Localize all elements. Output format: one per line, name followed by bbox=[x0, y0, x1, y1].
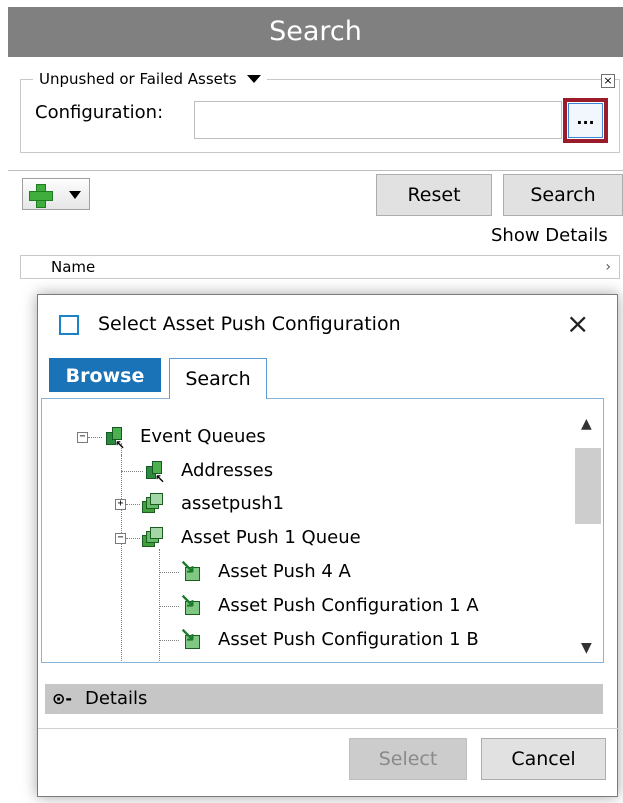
dialog-title: Select Asset Push Configuration bbox=[98, 313, 401, 335]
queue-icon bbox=[141, 527, 163, 549]
chevron-down-icon bbox=[69, 191, 81, 199]
show-details-link[interactable]: Show Details bbox=[491, 225, 608, 246]
tree-item-assetpush1[interactable]: assetpush1 bbox=[181, 493, 284, 515]
asset-push-config-icon: ↘ bbox=[179, 625, 201, 651]
divider bbox=[8, 170, 623, 171]
details-section-header[interactable]: Details bbox=[45, 684, 603, 714]
tree-connector bbox=[126, 538, 140, 539]
results-column-header[interactable]: Name › bbox=[20, 255, 620, 279]
configuration-label: Configuration: bbox=[35, 102, 164, 123]
tab-browse[interactable]: Browse bbox=[49, 358, 161, 392]
asset-push-config-icon: ↘ bbox=[179, 591, 201, 617]
scroll-down-icon[interactable]: ▼ bbox=[581, 640, 592, 656]
tree-connector bbox=[121, 455, 122, 662]
close-filter-button[interactable]: × bbox=[601, 74, 615, 88]
asset-push-config-icon: ↘ bbox=[179, 557, 201, 583]
chevron-right-icon[interactable]: › bbox=[605, 256, 611, 278]
expand-expander[interactable]: + bbox=[115, 499, 126, 510]
tree-item-asset-push-1-queue[interactable]: Asset Push 1 Queue bbox=[181, 527, 361, 549]
tree-item-asset-push-4-a[interactable]: Asset Push 4 A bbox=[218, 561, 351, 583]
tree-connector bbox=[121, 471, 143, 472]
select-button[interactable]: Select bbox=[349, 738, 467, 780]
tree-item-addresses[interactable]: Addresses bbox=[181, 460, 273, 482]
tree-connector bbox=[159, 572, 179, 573]
collapse-expander[interactable]: − bbox=[77, 432, 88, 443]
tab-search[interactable]: Search bbox=[169, 358, 267, 399]
dialog-divider bbox=[38, 728, 618, 729]
add-criteria-button[interactable] bbox=[22, 178, 90, 210]
search-button[interactable]: Search bbox=[503, 174, 623, 216]
scroll-up-icon[interactable]: ▲ bbox=[581, 416, 592, 432]
dropdown-arrow-icon[interactable] bbox=[246, 75, 261, 83]
window-icon bbox=[59, 315, 79, 335]
tree-connector bbox=[126, 504, 140, 505]
tree-connector bbox=[159, 606, 179, 607]
expand-toggle-icon[interactable]: ⊙- bbox=[52, 689, 72, 708]
details-label: Details bbox=[85, 688, 148, 709]
scrollbar-thumb[interactable] bbox=[575, 448, 601, 524]
plus-icon bbox=[29, 184, 53, 208]
configuration-tree: − ↖ Event Queues ↖ Addresses + assetpush… bbox=[41, 398, 604, 663]
tree-item-asset-push-configuration-1-a[interactable]: Asset Push Configuration 1 A bbox=[218, 595, 479, 617]
tree-connector bbox=[159, 640, 179, 641]
column-name-label: Name bbox=[51, 258, 96, 276]
tree-item-event-queues[interactable]: Event Queues bbox=[140, 426, 266, 448]
filter-group-label: Unpushed or Failed Assets bbox=[39, 70, 237, 88]
reset-button[interactable]: Reset bbox=[376, 174, 492, 216]
event-queue-icon: ↖ bbox=[102, 426, 125, 451]
browse-configuration-button[interactable]: ... bbox=[568, 103, 603, 138]
event-queue-icon: ↖ bbox=[142, 460, 165, 485]
cancel-button[interactable]: Cancel bbox=[481, 738, 606, 780]
configuration-field[interactable] bbox=[194, 101, 562, 139]
close-icon[interactable]: × bbox=[566, 309, 589, 339]
tree-connector bbox=[88, 437, 102, 438]
tree-item-asset-push-configuration-1-b[interactable]: Asset Push Configuration 1 B bbox=[218, 629, 479, 651]
filter-group-title[interactable]: Unpushed or Failed Assets bbox=[33, 69, 267, 89]
select-asset-push-configuration-dialog: Select Asset Push Configuration × Browse… bbox=[37, 294, 618, 797]
collapse-expander[interactable]: − bbox=[115, 533, 126, 544]
tree-scrollbar[interactable]: ▲ ▼ bbox=[573, 408, 603, 660]
queue-icon bbox=[141, 493, 163, 515]
search-panel-header: Search bbox=[8, 7, 623, 57]
